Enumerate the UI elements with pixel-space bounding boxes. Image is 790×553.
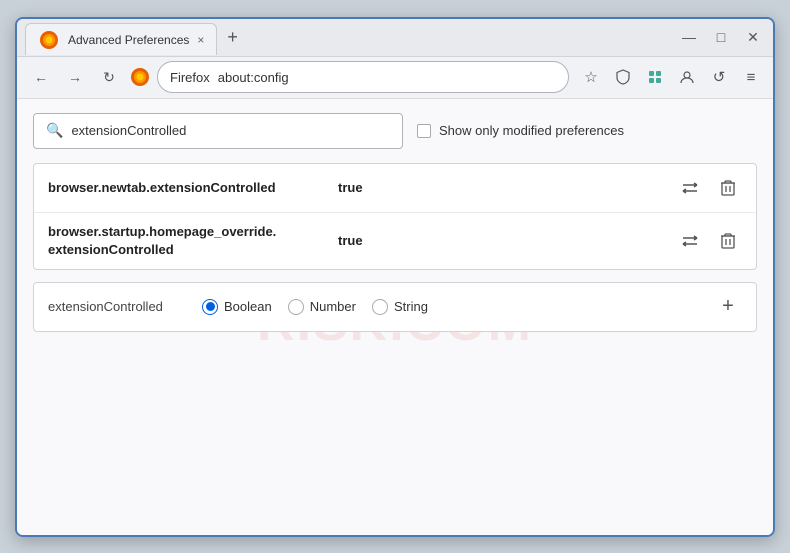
extensions-icon[interactable] [643,65,667,89]
row-1-actions [676,174,742,202]
forward-button[interactable]: → [61,63,89,91]
pref-name-2-line2: extensionControlled [48,242,174,257]
new-pref-name: extensionControlled [48,299,188,314]
address-bar[interactable]: Firefox about:config [157,61,569,93]
pref-name-2: browser.startup.homepage_override. exten… [48,223,328,259]
row-2-actions [676,227,742,255]
pref-name-1: browser.newtab.extensionControlled [48,180,328,195]
title-bar: Advanced Preferences × + — □ ✕ [17,19,773,57]
window-controls: — □ ✕ [681,29,765,45]
sync-icon[interactable]: ↺ [707,65,731,89]
search-box[interactable]: 🔍 [33,113,403,149]
toggle-button-2[interactable] [676,227,704,255]
boolean-label: Boolean [224,299,272,314]
browser-window: Advanced Preferences × + — □ ✕ ← → ↻ Fir… [15,17,775,537]
string-radio[interactable] [372,299,388,315]
content-area: RISK.COM 🔍 Show only modified preference… [17,99,773,535]
number-label: Number [310,299,356,314]
reload-button[interactable]: ↻ [95,63,123,91]
string-option[interactable]: String [372,299,428,315]
string-label: String [394,299,428,314]
delete-button-1[interactable] [714,174,742,202]
number-option[interactable]: Number [288,299,356,315]
active-tab[interactable]: Advanced Preferences × [25,23,217,55]
menu-icon[interactable]: ≡ [739,65,763,89]
boolean-option[interactable]: Boolean [202,299,272,315]
search-icon: 🔍 [46,122,63,139]
add-pref-button[interactable]: + [714,293,742,321]
firefox-brand-icon [129,66,151,88]
nav-bar: ← → ↻ Firefox about:config ☆ ↺ [17,57,773,99]
number-radio[interactable] [288,299,304,315]
modified-only-checkbox[interactable] [417,124,431,138]
bookmark-icon[interactable]: ☆ [579,65,603,89]
account-icon[interactable] [675,65,699,89]
checkbox-row: Show only modified preferences [417,123,624,138]
modified-only-label: Show only modified preferences [439,123,624,138]
tab-close-button[interactable]: × [197,34,204,46]
tab-title: Advanced Preferences [68,33,189,47]
maximize-button[interactable]: □ [713,29,729,45]
results-table: browser.newtab.extensionControlled true [33,163,757,270]
shield-icon[interactable] [611,65,635,89]
minimize-button[interactable]: — [681,29,697,45]
boolean-radio[interactable] [202,299,218,315]
pref-value-2: true [338,233,363,248]
address-text: about:config [218,70,289,85]
firefox-tab-icon [38,29,60,51]
pref-value-1: true [338,180,363,195]
search-row: 🔍 Show only modified preferences [33,113,757,149]
pref-name-2-line1: browser.startup.homepage_override. [48,224,276,239]
close-button[interactable]: ✕ [745,29,761,45]
browser-name: Firefox [170,70,210,85]
toolbar-icons: ☆ ↺ ≡ [579,65,763,89]
new-pref-row: extensionControlled Boolean Number Strin… [33,282,757,332]
search-input[interactable] [71,123,390,138]
delete-button-2[interactable] [714,227,742,255]
type-radio-group: Boolean Number String [202,299,428,315]
table-row: browser.startup.homepage_override. exten… [34,213,756,269]
back-button[interactable]: ← [27,63,55,91]
table-row: browser.newtab.extensionControlled true [34,164,756,213]
toggle-button-1[interactable] [676,174,704,202]
new-tab-button[interactable]: + [221,28,244,46]
